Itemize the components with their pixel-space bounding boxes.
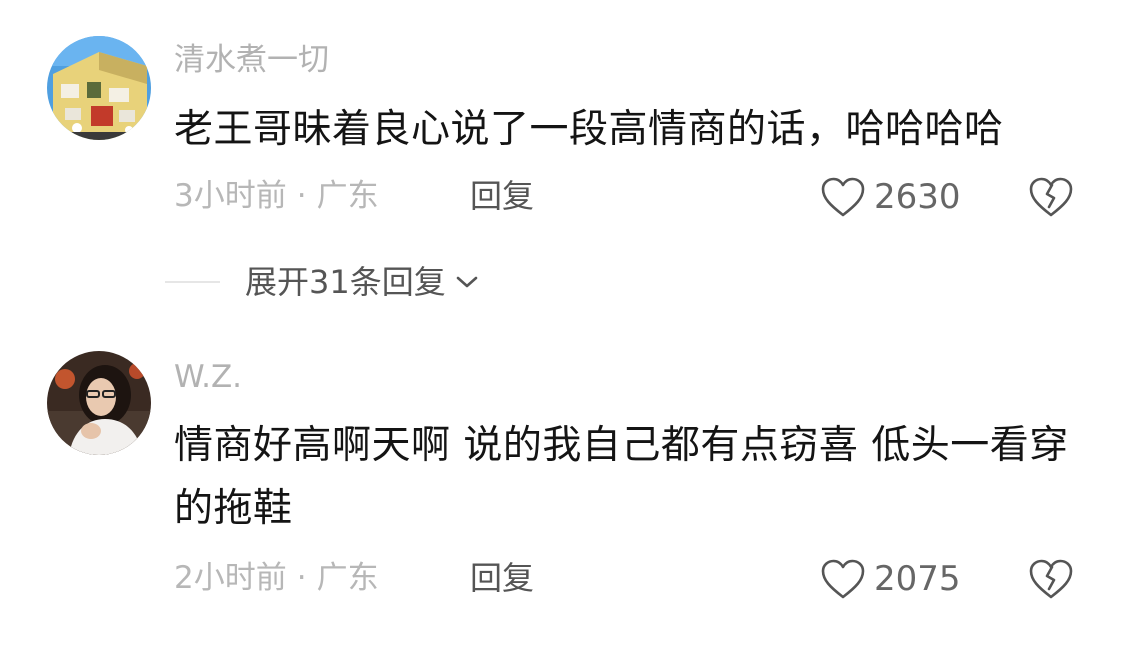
chevron-down-icon [456,276,478,288]
like-count: 2630 [874,177,961,217]
person-photo-avatar-image [47,351,151,455]
reply-button[interactable]: 回复 [470,562,534,594]
username[interactable]: 清水煮一切 [174,45,329,76]
meta-separator: · [296,560,307,596]
reply-button[interactable]: 回复 [470,180,534,212]
meta-separator: · [296,178,307,214]
comment-text: 情商好高啊天啊 说的我自己都有点窃喜 低头一看穿的拖鞋 [174,423,1069,531]
heart-icon [821,177,865,217]
divider [165,281,220,283]
comment-location: 广东 [316,560,379,596]
comment-location: 广东 [316,178,379,214]
broken-heart-icon [1029,177,1073,217]
expand-replies-row: 展开31条回复 [165,262,480,302]
avatar[interactable] [47,351,151,455]
dislike-button[interactable] [1028,175,1074,219]
comment-time: 2小时前 [174,560,287,596]
heart-icon [821,559,865,599]
like-button[interactable]: 2630 [820,175,961,219]
username[interactable]: W.Z. [174,362,242,393]
like-button[interactable]: 2075 [820,557,961,601]
comment-time: 3小时前 [174,178,287,214]
expand-replies-button[interactable]: 展开31条回复 [245,266,480,298]
expand-replies-label: 展开31条回复 [245,263,446,301]
like-count: 2075 [874,559,961,599]
painted-house-avatar-image [47,36,151,140]
comment-text: 老王哥昧着良心说了一段高情商的话，哈哈哈哈 [174,107,1004,152]
comment-meta: 3小时前 · 广东 [174,181,379,212]
avatar[interactable] [47,36,151,140]
broken-heart-icon [1029,559,1073,599]
dislike-button[interactable] [1028,557,1074,601]
comment-meta: 2小时前 · 广东 [174,563,379,594]
